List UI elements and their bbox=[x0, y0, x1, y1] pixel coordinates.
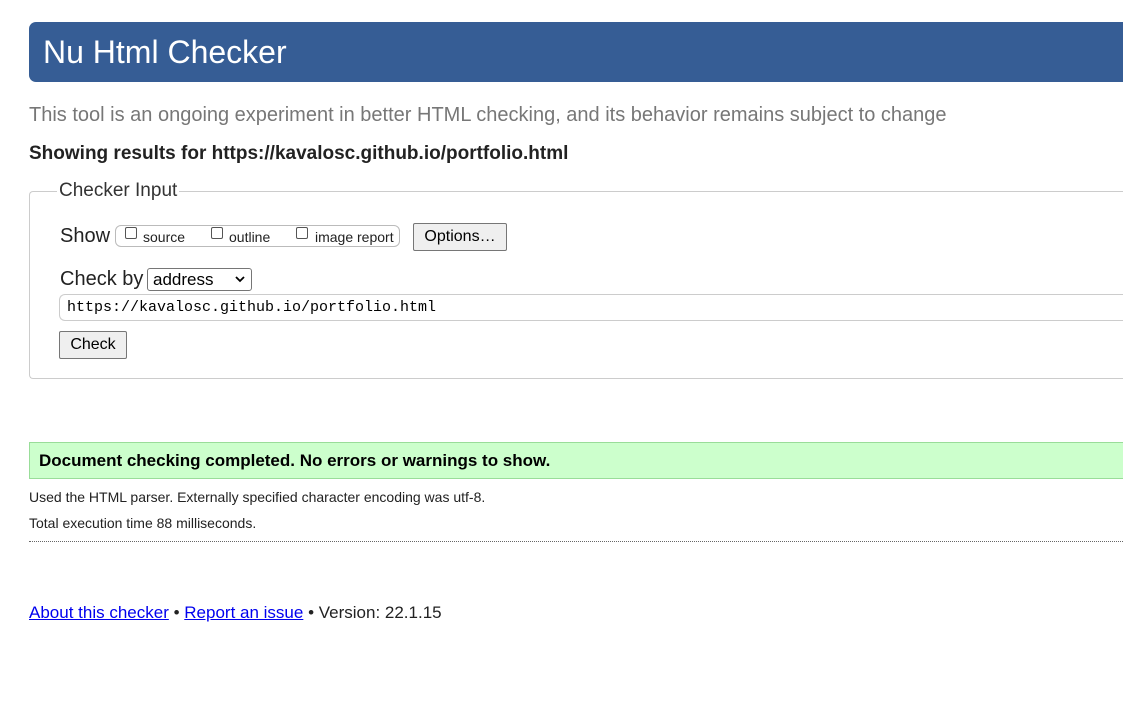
check-by-selected-value: address bbox=[153, 270, 214, 289]
success-message-box: Document checking completed. No errors o… bbox=[29, 442, 1123, 479]
show-label: Show bbox=[60, 225, 111, 247]
checker-input-legend: Checker Input bbox=[57, 179, 180, 203]
image-report-checkbox[interactable] bbox=[296, 227, 308, 239]
execution-time: Total execution time 88 milliseconds. bbox=[29, 515, 257, 531]
outline-checkbox[interactable] bbox=[211, 227, 223, 239]
check-by-label: Check by bbox=[60, 268, 144, 290]
outline-checkbox-label[interactable]: outline bbox=[229, 228, 270, 246]
header-banner: Nu Html Checker bbox=[29, 22, 1123, 82]
image-report-checkbox-label[interactable]: image report bbox=[315, 228, 394, 246]
parser-info: Used the HTML parser. Externally specifi… bbox=[29, 489, 486, 505]
about-checker-link[interactable]: About this checker bbox=[29, 603, 169, 622]
footer-separator: • bbox=[303, 603, 319, 622]
chevron-down-icon bbox=[235, 276, 245, 283]
results-heading: Showing results for https://kavalosc.git… bbox=[29, 143, 569, 164]
footer: About this checker • Report an issue • V… bbox=[29, 603, 442, 623]
check-button[interactable]: Check bbox=[59, 331, 127, 359]
url-input-value: https://kavalosc.github.io/portfolio.htm… bbox=[67, 299, 437, 316]
check-by-select[interactable]: address bbox=[147, 268, 252, 291]
success-message: Document checking completed. No errors o… bbox=[39, 451, 551, 470]
options-button[interactable]: Options… bbox=[413, 223, 507, 251]
tool-description: This tool is an ongoing experiment in be… bbox=[29, 104, 947, 126]
report-issue-link[interactable]: Report an issue bbox=[184, 603, 303, 622]
source-checkbox-label[interactable]: source bbox=[143, 228, 185, 246]
url-input[interactable]: https://kavalosc.github.io/portfolio.htm… bbox=[59, 294, 1123, 321]
version-info: Version: 22.1.15 bbox=[318, 603, 442, 622]
source-checkbox[interactable] bbox=[125, 227, 137, 239]
page-title: Nu Html Checker bbox=[43, 34, 287, 70]
page: Nu Html Checker This tool is an ongoing … bbox=[0, 0, 1123, 718]
divider bbox=[29, 541, 1123, 542]
footer-separator: • bbox=[168, 603, 185, 622]
